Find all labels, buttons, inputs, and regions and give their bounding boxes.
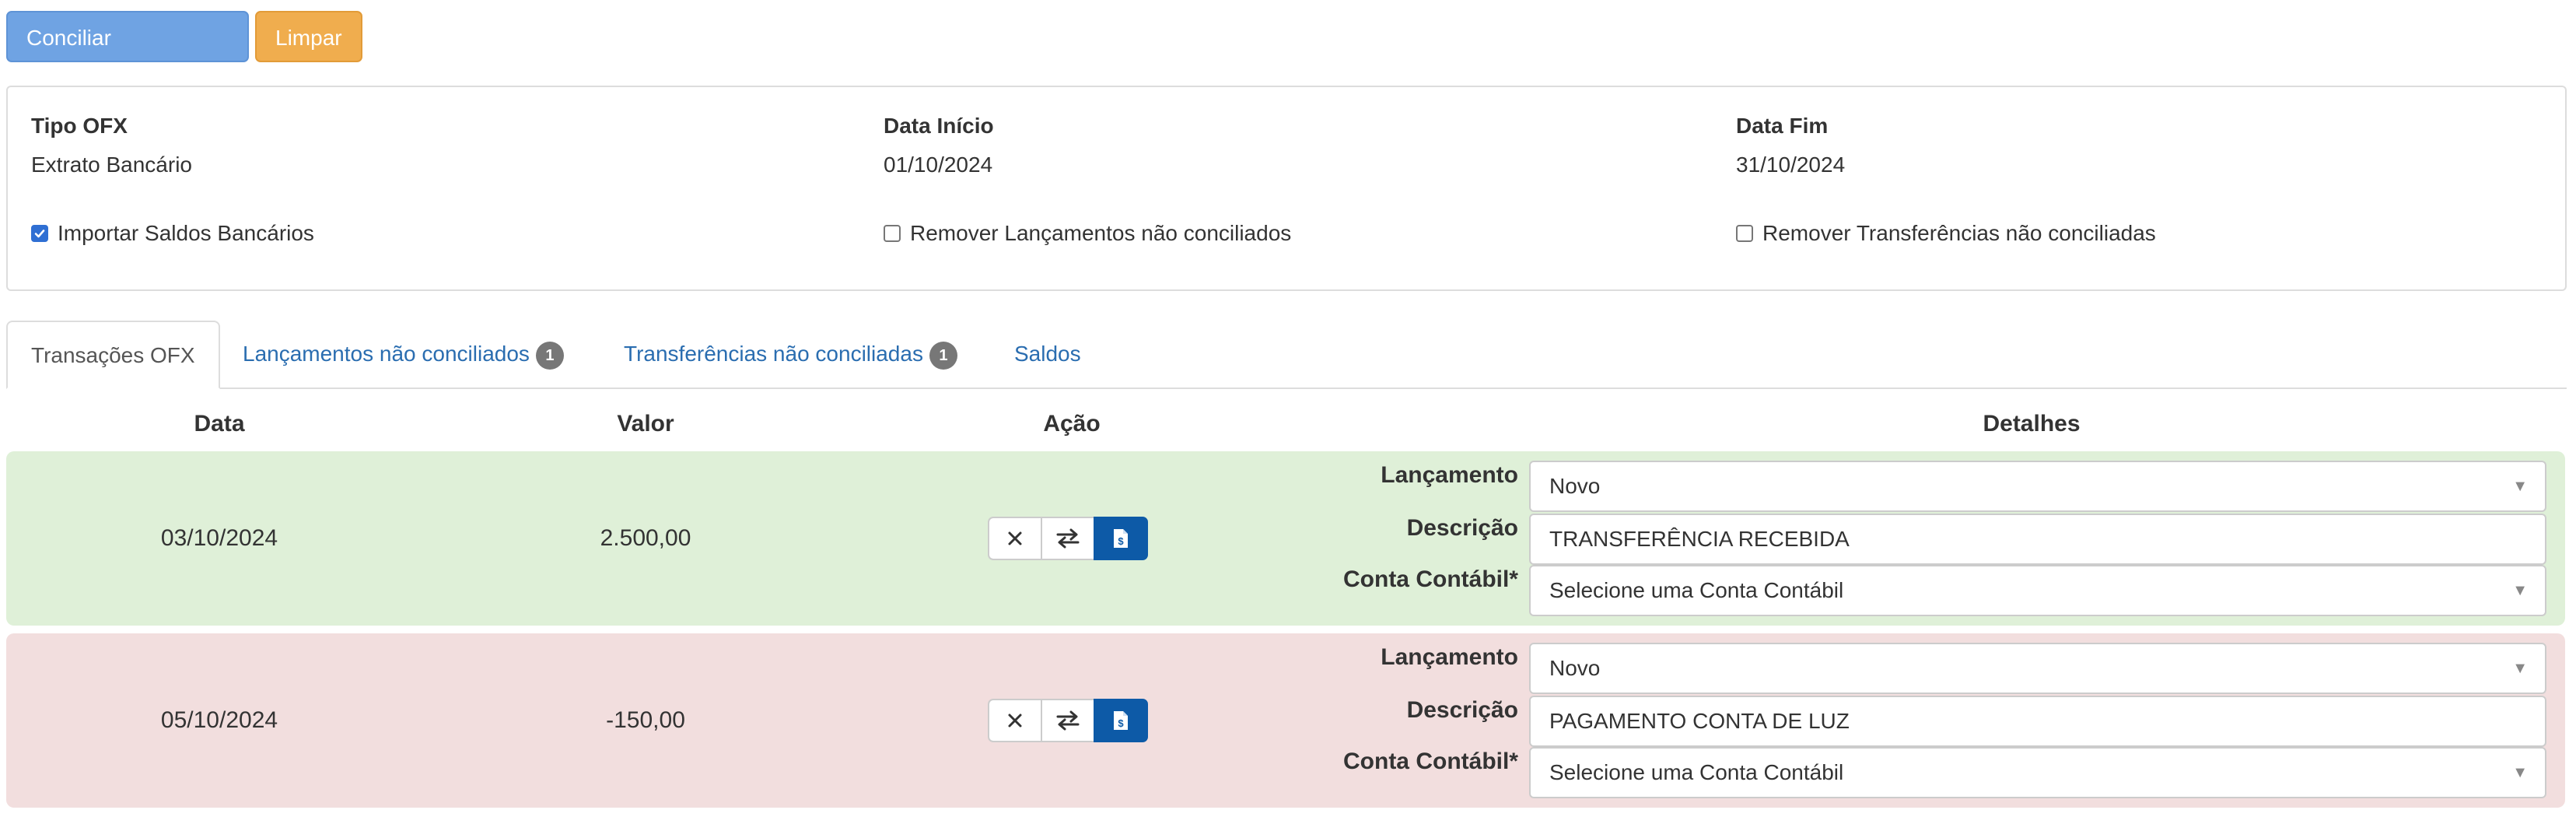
tab-transferencias-nao-conciliadas[interactable]: Transferências não conciliadas 1	[624, 321, 957, 387]
remover-lancamentos-checkbox-row[interactable]: Remover Lançamentos não conciliados	[884, 221, 1291, 246]
row-value: -150,00	[606, 707, 685, 733]
row-value: 2.500,00	[600, 525, 691, 551]
conta-contabil-placeholder: Selecione uma Conta Contábil	[1549, 760, 1844, 784]
tabs-bar: Transações OFX Lançamentos não conciliad…	[6, 321, 2567, 389]
tipo-ofx-label: Tipo OFX	[31, 114, 128, 138]
table-row: 03/10/2024 2.500,00 $ Lançamento Descriç…	[6, 451, 2565, 626]
column-header-detalhes: Detalhes	[1983, 411, 2081, 437]
conta-contabil-select[interactable]: Selecione uma Conta Contábil ▼	[1529, 747, 2546, 798]
chevron-down-icon: ▼	[2512, 582, 2528, 599]
lancamento-select-value: Novo	[1549, 656, 1601, 680]
conta-contabil-select[interactable]: Selecione uma Conta Contábil ▼	[1529, 565, 2546, 616]
tab-saldos[interactable]: Saldos	[1014, 321, 1081, 387]
importar-saldos-label: Importar Saldos Bancários	[58, 221, 314, 245]
descricao-label: Descrição	[1406, 697, 1518, 723]
data-fim-label: Data Fim	[1736, 114, 1829, 138]
data-fim-field: Data Fim 31/10/2024	[1736, 114, 1845, 177]
remover-lancamentos-checkbox[interactable]	[884, 225, 901, 242]
remover-transferencias-checkbox-row[interactable]: Remover Transferências não conciliadas	[1736, 221, 2156, 246]
transfer-button[interactable]	[1041, 699, 1095, 742]
chevron-down-icon: ▼	[2512, 764, 2528, 781]
tab-lancamentos-nao-conciliados[interactable]: Lançamentos não conciliados 1	[243, 321, 564, 387]
conta-contabil-label: Conta Contábil*	[1343, 566, 1518, 592]
conta-contabil-label: Conta Contábil*	[1343, 749, 1518, 774]
descricao-input[interactable]: PAGAMENTO CONTA DE LUZ	[1529, 696, 2546, 747]
data-inicio-label: Data Início	[884, 114, 994, 138]
ignore-button[interactable]	[988, 699, 1042, 742]
chevron-down-icon: ▼	[2512, 660, 2528, 677]
row-actions: $	[988, 699, 1148, 742]
descricao-label: Descrição	[1406, 515, 1518, 541]
lancamento-label: Lançamento	[1381, 462, 1518, 488]
document-dollar-icon: $	[1114, 711, 1128, 730]
descricao-input-value: PAGAMENTO CONTA DE LUZ	[1549, 709, 1850, 733]
check-icon	[34, 230, 45, 238]
transfer-button[interactable]	[1041, 517, 1095, 560]
new-entry-button[interactable]: $	[1094, 699, 1148, 742]
remover-transferencias-checkbox[interactable]	[1736, 225, 1753, 242]
lancamento-select[interactable]: Novo ▼	[1529, 461, 2546, 512]
row-actions: $	[988, 517, 1148, 560]
data-inicio-value: 01/10/2024	[884, 153, 993, 177]
row-date: 03/10/2024	[160, 525, 278, 551]
lancamento-select[interactable]: Novo ▼	[1529, 643, 2546, 694]
conciliar-transacoes-button[interactable]: Conciliar Transações	[6, 11, 249, 101]
lancamento-label: Lançamento	[1381, 644, 1518, 670]
tab-transacoes-ofx-label: Transações OFX	[31, 343, 195, 367]
lancamento-select-value: Novo	[1549, 474, 1601, 498]
tab-transacoes-ofx[interactable]: Transações OFX	[6, 321, 220, 389]
importar-saldos-checkbox[interactable]	[31, 225, 48, 242]
limpar-button[interactable]: Limpar	[255, 11, 362, 62]
close-icon	[1008, 714, 1022, 728]
ignore-button[interactable]	[988, 517, 1042, 560]
descricao-input[interactable]: TRANSFERÊNCIA RECEBIDA	[1529, 514, 2546, 565]
lancamentos-count-badge: 1	[535, 341, 564, 370]
close-icon	[1008, 531, 1022, 545]
transfer-arrows-icon	[1056, 528, 1080, 549]
transferencias-count-badge: 1	[929, 341, 957, 370]
tab-saldos-label: Saldos	[1014, 342, 1081, 366]
tipo-ofx-field: Tipo OFX Extrato Bancário	[31, 114, 192, 177]
transfer-arrows-icon	[1056, 710, 1080, 731]
remover-transferencias-label: Remover Transferências não conciliadas	[1762, 221, 2156, 245]
column-header-valor: Valor	[617, 411, 674, 437]
document-dollar-icon: $	[1114, 529, 1128, 548]
column-header-data: Data	[194, 411, 245, 437]
tab-transferencias-label: Transferências não conciliadas	[624, 342, 923, 366]
descricao-input-value: TRANSFERÊNCIA RECEBIDA	[1549, 527, 1850, 551]
svg-text:$: $	[1118, 535, 1124, 547]
importar-saldos-checkbox-row[interactable]: Importar Saldos Bancários	[31, 221, 314, 246]
column-header-acao: Ação	[1043, 411, 1101, 437]
svg-text:$: $	[1118, 717, 1124, 729]
ofx-info-panel: Tipo OFX Extrato Bancário Data Início 01…	[6, 86, 2567, 291]
remover-lancamentos-label: Remover Lançamentos não conciliados	[910, 221, 1292, 245]
chevron-down-icon: ▼	[2512, 478, 2528, 495]
data-fim-value: 31/10/2024	[1736, 153, 1846, 177]
row-date: 05/10/2024	[160, 707, 278, 733]
new-entry-button[interactable]: $	[1094, 517, 1148, 560]
table-row: 05/10/2024 -150,00 $ Lançamento Descriçã…	[6, 633, 2565, 808]
tipo-ofx-value: Extrato Bancário	[31, 153, 192, 177]
tab-lancamentos-label: Lançamentos não conciliados	[243, 342, 530, 366]
conta-contabil-placeholder: Selecione uma Conta Contábil	[1549, 578, 1844, 602]
data-inicio-field: Data Início 01/10/2024	[884, 114, 994, 177]
